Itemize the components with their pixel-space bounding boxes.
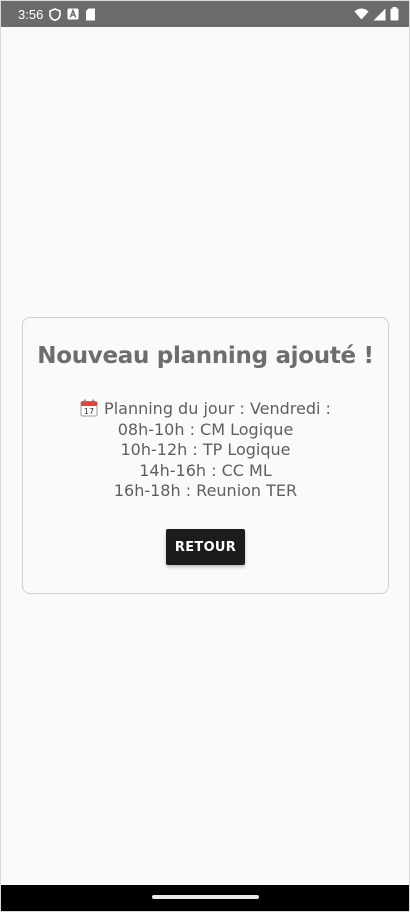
- home-gesture-handle[interactable]: [152, 895, 259, 899]
- calendar-icon: 17: [80, 399, 98, 417]
- planning-entry: 10h-12h : TP Logique: [120, 440, 291, 459]
- planning-details: 17 Planning du jour : Vendredi : 08h-10h…: [23, 399, 388, 502]
- card-title: Nouveau planning ajouté !: [37, 343, 374, 369]
- planning-entry: 14h-16h : CC ML: [139, 460, 272, 480]
- planning-entry: 16h-18h : Reunion TER: [113, 481, 298, 500]
- status-bar: 3:56: [1, 1, 409, 27]
- sd-card-icon: [85, 8, 96, 21]
- planning-header-text: Planning du jour : Vendredi :: [104, 399, 331, 418]
- status-bar-left: 3:56: [18, 7, 96, 22]
- retour-button[interactable]: RETOUR: [166, 529, 245, 565]
- a-font-icon: [67, 8, 79, 20]
- wifi-icon: [354, 8, 369, 20]
- status-time: 3:56: [18, 6, 44, 22]
- battery-icon: [390, 7, 399, 21]
- planning-entry: 08h-10h : CM Logique: [117, 419, 294, 439]
- shield-icon: [49, 7, 62, 21]
- svg-text:17: 17: [84, 407, 94, 416]
- status-bar-right: [354, 7, 399, 21]
- navigation-bar: [1, 885, 409, 911]
- app-screen: 3:56 Nouveau planning ajouté ! 17 Planni…: [0, 0, 410, 912]
- signal-icon: [373, 8, 386, 21]
- planning-header: 17 Planning du jour : Vendredi :: [23, 399, 388, 420]
- confirmation-card: Nouveau planning ajouté ! 17 Planning du…: [22, 317, 389, 594]
